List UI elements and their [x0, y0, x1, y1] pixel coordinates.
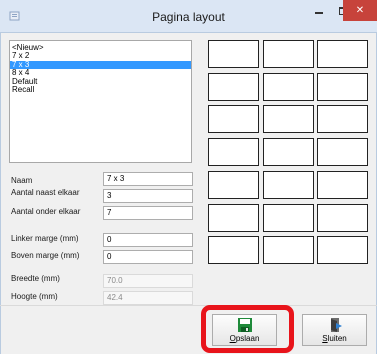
preview-cell [208, 203, 259, 232]
preview-cell [262, 203, 314, 232]
preview-cell [208, 72, 259, 101]
preview-cell [317, 105, 368, 134]
linker-marge-label: Linker marge (mm) [11, 234, 79, 243]
preview-cell [317, 170, 368, 199]
preview-cell [208, 105, 259, 134]
exit-door-icon [330, 318, 342, 332]
sluiten-label: Sluiten [322, 334, 347, 343]
preview-cell [262, 170, 314, 199]
preview-cell [208, 40, 259, 68]
aantal-naast-label: Aantal naast elkaar [11, 188, 80, 197]
breedte-value: 70.0 [103, 274, 193, 288]
preview-cell [317, 236, 368, 265]
opslaan-button[interactable]: Opslaan [212, 314, 277, 346]
preview-cell [262, 105, 314, 134]
minimize-button[interactable] [307, 0, 331, 21]
preview-cell [317, 203, 368, 232]
close-icon: ✕ [355, 5, 365, 16]
button-bar-divider [0, 305, 377, 306]
preview-cell [262, 138, 314, 167]
breedte-label: Breedte (mm) [11, 274, 60, 283]
list-item-7x2[interactable]: 7 x 2 [10, 51, 191, 60]
linker-marge-input[interactable]: 0 [103, 233, 193, 247]
close-button[interactable]: ✕ [343, 0, 377, 21]
hoogte-label: Hoogte (mm) [11, 292, 58, 301]
layout-list[interactable]: <Nieuw> 7 x 2 7 x 3 8 x 4 Default Recall [9, 40, 192, 163]
preview-cell [262, 72, 314, 101]
boven-marge-input[interactable]: 0 [103, 250, 193, 264]
save-disk-icon [237, 318, 252, 332]
hoogte-value: 42.4 [103, 291, 193, 305]
minimize-icon [315, 11, 323, 14]
preview-cell [317, 40, 368, 68]
preview-cell [208, 236, 259, 265]
list-item-recall[interactable]: Recall [10, 85, 191, 94]
preview-cell [208, 138, 259, 167]
list-item-new[interactable]: <Nieuw> [10, 43, 191, 52]
preview-cell [317, 138, 368, 167]
naam-input[interactable]: 7 x 3 [103, 172, 193, 186]
opslaan-label: Opslaan [229, 334, 260, 343]
preview-cell [317, 72, 368, 101]
list-item-default[interactable]: Default [10, 77, 191, 86]
list-item-7x3[interactable]: 7 x 3 [10, 60, 191, 70]
preview-cell [262, 236, 314, 265]
preview-cell [262, 40, 314, 68]
aantal-onder-input[interactable]: 7 [103, 206, 193, 220]
preview-cell [208, 170, 259, 199]
aantal-naast-input[interactable]: 3 [103, 189, 193, 203]
list-item-8x4[interactable]: 8 x 4 [10, 68, 191, 77]
sluiten-button[interactable]: Sluiten [302, 314, 367, 346]
title-bar: Pagina layout ✕ [0, 0, 377, 33]
boven-marge-label: Boven marge (mm) [11, 251, 80, 260]
naam-label: Naam [11, 176, 33, 185]
aantal-onder-label: Aantal onder elkaar [11, 207, 81, 216]
